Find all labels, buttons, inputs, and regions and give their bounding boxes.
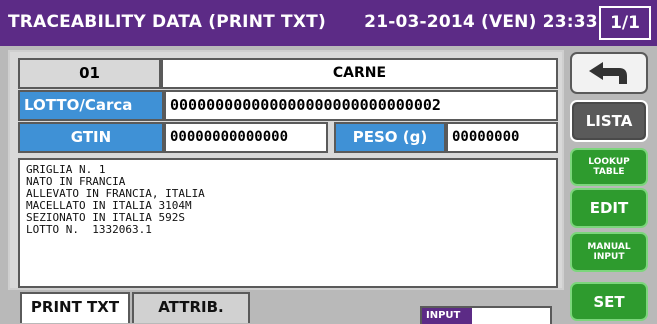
datetime-label: 21-03-2014 (VEN) 23:33 — [364, 12, 598, 32]
lotto-value-field[interactable]: 000000000000000000000000000002 — [164, 90, 558, 121]
code-field[interactable]: 01 — [18, 58, 161, 89]
edit-button-label: EDIT — [574, 192, 644, 224]
gtin-value-field[interactable]: 00000000000000 — [164, 122, 328, 153]
lotto-label: LOTTO/Carca — [18, 90, 164, 121]
lista-button[interactable]: LISTA — [570, 100, 648, 142]
print-text-area[interactable]: GRIGLIA N. 1 NATO IN FRANCIA ALLEVATO IN… — [18, 158, 558, 288]
set-button-label: SET — [574, 286, 644, 317]
input-label: INPUT — [422, 308, 472, 324]
traceability-form: 01 CARNE LOTTO/Carca 0000000000000000000… — [8, 50, 564, 290]
peso-value-field[interactable]: 00000000 — [446, 122, 558, 153]
edit-button[interactable]: EDIT — [570, 188, 648, 228]
lookup-table-button[interactable]: LOOKUP TABLE — [570, 148, 648, 186]
back-button[interactable] — [570, 52, 648, 94]
screen-title: TRACEABILITY DATA (PRINT TXT) 21-03-2014… — [8, 12, 598, 32]
lookup-table-line2: TABLE — [593, 167, 625, 177]
manual-input-button[interactable]: MANUAL INPUT — [570, 232, 648, 272]
screen-title-label: TRACEABILITY DATA (PRINT TXT) — [8, 12, 326, 32]
title-bar: TRACEABILITY DATA (PRINT TXT) 21-03-2014… — [0, 0, 657, 46]
manual-input-line2: INPUT — [593, 252, 625, 262]
input-field[interactable]: INPUT — [420, 306, 552, 324]
gtin-label: GTIN — [18, 122, 164, 153]
product-name-field[interactable]: CARNE — [161, 58, 558, 89]
tab-attrib[interactable]: ATTRIB. — [132, 292, 250, 323]
page-indicator: 1/1 — [599, 6, 651, 40]
lookup-table-line1: LOOKUP — [588, 157, 630, 167]
lista-button-label: LISTA — [574, 104, 644, 138]
tab-bar: PRINT TXT ATTRIB. INPUT — [0, 290, 565, 324]
manual-input-line1: MANUAL — [587, 242, 631, 252]
set-button[interactable]: SET — [570, 282, 648, 321]
peso-label: PESO (g) — [334, 122, 446, 153]
print-text-line: LOTTO N. 1332063.1 — [26, 223, 152, 236]
back-arrow-icon — [589, 62, 627, 84]
tab-print-txt[interactable]: PRINT TXT — [20, 292, 130, 323]
